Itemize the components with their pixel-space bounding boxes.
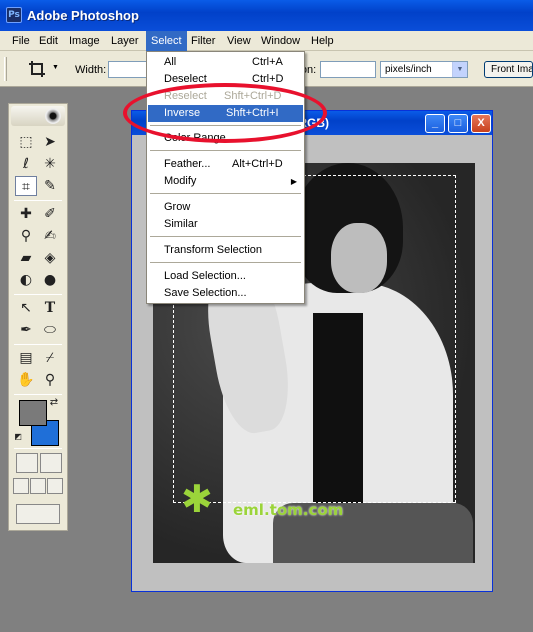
notes-icon[interactable]: ▤: [15, 348, 37, 368]
menu-item-save-selection[interactable]: Save Selection...: [148, 285, 303, 302]
clone-stamp-icon[interactable]: ⚲: [15, 226, 37, 246]
width-label: Width:: [75, 64, 107, 76]
resolution-unit-select[interactable]: pixels/inch ▼: [380, 61, 468, 78]
menu-separator: [150, 236, 301, 237]
maximize-button[interactable]: □: [448, 114, 468, 133]
menu-item-shortcut: Alt+Ctrl+D: [232, 158, 283, 170]
standard-mode-icon[interactable]: [16, 453, 38, 473]
menu-item-label: Save Selection...: [164, 287, 247, 299]
menu-separator: [150, 262, 301, 263]
menu-separator: [150, 193, 301, 194]
menu-item-feather[interactable]: Feather... Alt+Ctrl+D: [148, 156, 303, 173]
jump-to-imageready-icon[interactable]: [16, 504, 60, 524]
minimize-button[interactable]: _: [425, 114, 445, 133]
menu-bar: File Edit Image Layer Select Filter View…: [0, 31, 533, 51]
pen-icon[interactable]: ✒: [15, 320, 37, 340]
chevron-down-icon[interactable]: ▼: [452, 62, 467, 77]
menu-item-load-selection[interactable]: Load Selection...: [148, 268, 303, 285]
menu-help[interactable]: Help: [306, 31, 339, 51]
history-brush-icon[interactable]: ✍: [39, 226, 61, 246]
app-title-bar: Ps Adobe Photoshop: [0, 0, 533, 31]
toolbox-divider: [14, 200, 62, 201]
blur-icon[interactable]: ◐: [15, 270, 37, 290]
dodge-icon[interactable]: ●: [39, 270, 61, 290]
brush-icon[interactable]: ✐: [39, 204, 61, 224]
magic-wand-icon[interactable]: ✳: [39, 154, 61, 174]
menu-item-modify[interactable]: Modify ▶: [148, 173, 303, 190]
menu-edit[interactable]: Edit: [34, 31, 63, 51]
type-icon[interactable]: T: [39, 298, 61, 318]
annotation-highlight-ring: [123, 83, 327, 143]
toolbox-divider: [14, 394, 62, 395]
move-icon[interactable]: ➤: [39, 132, 61, 152]
swap-colors-icon[interactable]: ⇄: [47, 396, 61, 410]
slice-icon[interactable]: ✎: [39, 176, 61, 196]
menu-item-label: Grow: [164, 201, 191, 213]
marquee-icon[interactable]: ⬚: [15, 132, 37, 152]
menu-item-shortcut: Ctrl+A: [252, 56, 283, 68]
menu-item-all[interactable]: All Ctrl+A: [148, 54, 303, 71]
menu-separator: [150, 150, 301, 151]
menu-item-grow[interactable]: Grow: [148, 199, 303, 216]
width-field[interactable]: [108, 61, 148, 78]
watermark-logo-icon: ✱: [181, 479, 213, 521]
menu-item-similar[interactable]: Similar: [148, 216, 303, 233]
front-image-button[interactable]: Front Ima: [484, 61, 533, 78]
close-button[interactable]: X: [471, 114, 491, 133]
eraser-icon[interactable]: ▰: [15, 248, 37, 268]
watermark-text: eml.tom.com: [233, 501, 344, 519]
adobe-eye-icon[interactable]: [45, 108, 61, 124]
default-colors-icon[interactable]: ◩: [13, 432, 23, 442]
menu-image[interactable]: Image: [64, 31, 105, 51]
screen-mode-full-icon[interactable]: [47, 478, 63, 494]
crop-tool-icon[interactable]: ⌗: [15, 176, 37, 196]
toolbox-divider: [14, 448, 62, 449]
menu-window[interactable]: Window: [256, 31, 305, 51]
toolbox-divider: [14, 344, 62, 345]
screen-mode-full-menu-icon[interactable]: [30, 478, 46, 494]
menu-filter[interactable]: Filter: [186, 31, 220, 51]
submenu-arrow-icon: ▶: [290, 177, 297, 186]
screen-mode-standard-icon[interactable]: [13, 478, 29, 494]
resolution-unit-value: pixels/inch: [385, 64, 432, 75]
resolution-field[interactable]: [320, 61, 376, 78]
toolbox-header[interactable]: [11, 106, 65, 126]
tool-preset-caret-icon[interactable]: ▼: [52, 64, 59, 71]
paint-bucket-icon[interactable]: ◈: [39, 248, 61, 268]
path-select-icon[interactable]: ↖: [15, 298, 37, 318]
healing-brush-icon[interactable]: ✚: [15, 204, 37, 224]
menu-item-label: Transform Selection: [164, 244, 263, 256]
menu-item-label: All: [164, 56, 177, 68]
menu-select[interactable]: Select: [146, 31, 187, 51]
toolbox-divider: [14, 294, 62, 295]
zoom-icon[interactable]: ⚲: [39, 370, 61, 390]
hand-icon[interactable]: ✋: [15, 370, 37, 390]
menu-item-label: Similar: [164, 218, 198, 230]
quick-mask-icon[interactable]: [40, 453, 62, 473]
menu-view[interactable]: View: [222, 31, 256, 51]
foreground-color-swatch[interactable]: [19, 400, 47, 426]
shape-icon[interactable]: ⬭: [39, 320, 61, 340]
menu-item-label: Feather...: [164, 158, 211, 170]
crop-icon[interactable]: [28, 60, 46, 78]
eyedropper-icon[interactable]: ⌿: [39, 348, 61, 368]
menu-item-label: Modify: [164, 175, 197, 187]
menu-item-label: Load Selection...: [164, 270, 246, 282]
photoshop-app-icon: Ps: [6, 7, 22, 23]
menu-file[interactable]: File: [7, 31, 35, 51]
options-bar-grip[interactable]: [4, 57, 7, 81]
lasso-icon[interactable]: ℓ: [15, 154, 37, 174]
toolbox: ⬚ ➤ ℓ ✳ ⌗ ✎ ✚ ✐ ⚲ ✍ ▰ ◈ ◐ ● ↖ T ✒ ⬭ ▤ ⌿ …: [8, 103, 68, 531]
app-title: Adobe Photoshop: [27, 8, 139, 23]
menu-layer[interactable]: Layer: [106, 31, 144, 51]
menu-item-transform-selection[interactable]: Transform Selection: [148, 242, 303, 259]
